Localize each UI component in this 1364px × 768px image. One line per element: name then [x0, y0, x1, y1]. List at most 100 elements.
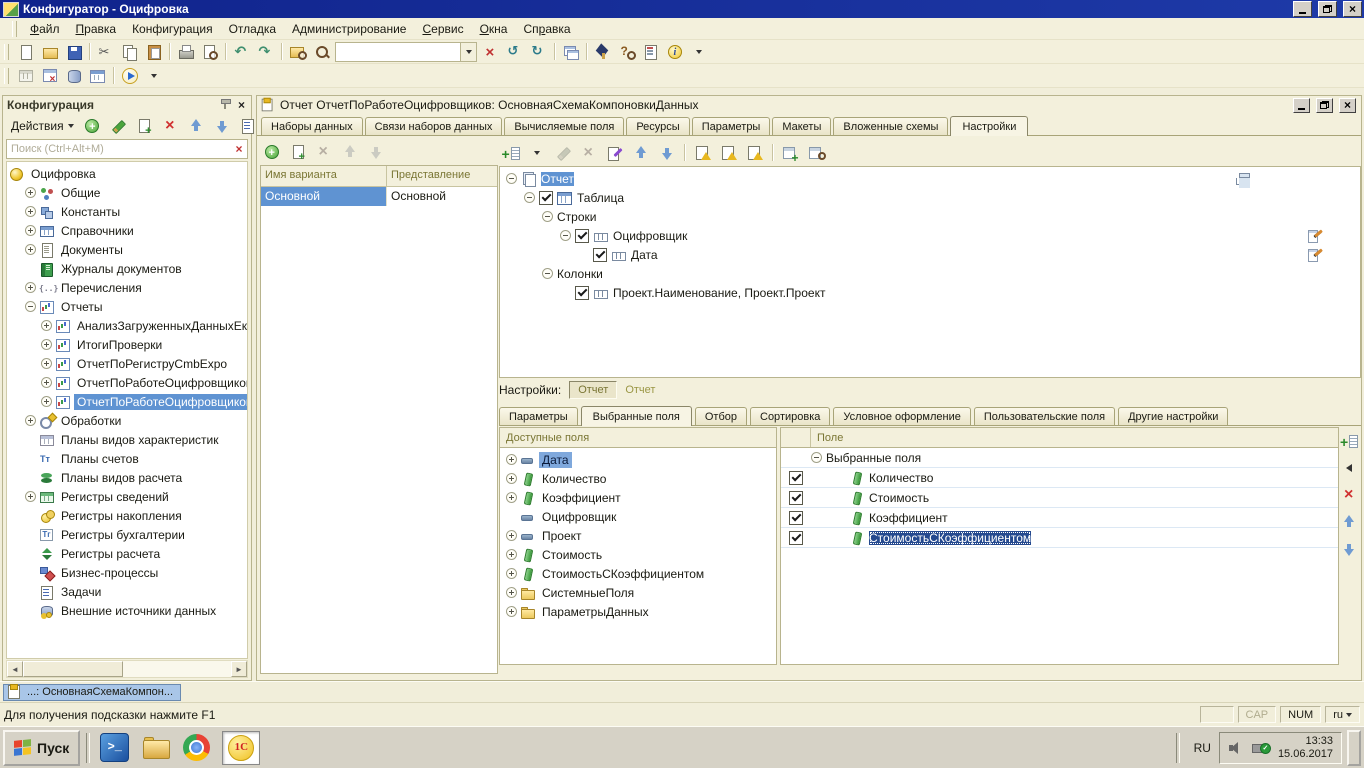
gear-find-button[interactable]	[805, 142, 828, 164]
variant-cell[interactable]: Основной	[387, 187, 497, 206]
scroll-left-button[interactable]: ◄	[7, 661, 23, 677]
windows-list-button[interactable]	[559, 41, 582, 63]
appearance-icon[interactable]	[1308, 228, 1324, 244]
config-tree-item[interactable]: ОтчетПоРаботеОцифровщиков	[7, 373, 247, 392]
structure-tree-item[interactable]: Таблица	[500, 188, 1360, 207]
menu-item-1[interactable]: Правка	[68, 19, 125, 39]
collapse-icon[interactable]	[506, 173, 517, 184]
menu-item-3[interactable]: Отладка	[221, 19, 284, 39]
delete-button[interactable]	[577, 142, 600, 164]
config-tree-item[interactable]: Справочники	[7, 221, 247, 240]
powershell-icon[interactable]: >_	[100, 733, 129, 762]
checkbox[interactable]	[575, 229, 589, 243]
horizontal-scrollbar[interactable]: ◄ ►	[6, 660, 248, 678]
load-settings-button[interactable]	[717, 142, 740, 164]
menu-item-6[interactable]: Окна	[472, 19, 516, 39]
open-config-button[interactable]	[14, 65, 37, 87]
update-db-button[interactable]	[62, 65, 85, 87]
edit-button[interactable]	[551, 142, 574, 164]
1c-taskbar-button[interactable]: 1С	[222, 731, 260, 765]
tab-settings-5[interactable]: Пользовательские поля	[974, 407, 1115, 425]
edit-button[interactable]	[107, 115, 130, 137]
add-button[interactable]	[81, 115, 104, 137]
find-in-files-button[interactable]	[286, 41, 309, 63]
collapse-icon[interactable]	[542, 211, 553, 222]
expand-icon[interactable]	[41, 396, 52, 407]
configure-db-button[interactable]	[38, 65, 61, 87]
structure-tree-item[interactable]: Отчет	[500, 169, 1360, 188]
cut-button[interactable]	[94, 41, 117, 63]
collapse-left-button[interactable]	[1338, 457, 1361, 479]
config-tree-item[interactable]: Бизнес-процессы	[7, 563, 247, 582]
menu-item-5[interactable]: Сервис	[414, 19, 471, 39]
scrollbar-track[interactable]	[123, 661, 231, 677]
minimize-button[interactable]	[1293, 1, 1312, 17]
syntax-check-button[interactable]	[591, 41, 614, 63]
config-tree-item[interactable]: Общие	[7, 183, 247, 202]
column-header-variant-name[interactable]: Имя варианта	[261, 166, 387, 186]
structure-list-icon[interactable]	[1236, 172, 1252, 188]
selected-field-row[interactable]: Коэффициент	[781, 508, 1338, 528]
config-tree-item[interactable]: Журналы документов	[7, 259, 247, 278]
move-down-button[interactable]	[655, 142, 678, 164]
expand-icon[interactable]	[25, 491, 36, 502]
chrome-icon[interactable]	[183, 734, 210, 761]
checkbox[interactable]	[789, 531, 803, 545]
collapse-icon[interactable]	[524, 192, 535, 203]
available-field-item[interactable]: ПараметрыДанных	[500, 602, 776, 621]
move-down-button[interactable]	[1338, 538, 1361, 560]
expand-icon[interactable]	[506, 587, 517, 598]
available-field-item[interactable]: Проект	[500, 526, 776, 545]
open-button[interactable]	[38, 41, 61, 63]
config-tree-item[interactable]: Планы счетов	[7, 449, 247, 468]
checkbox[interactable]	[593, 248, 607, 262]
close-button[interactable]	[1343, 1, 1362, 17]
copy-add-button[interactable]	[133, 115, 156, 137]
checkbox[interactable]	[575, 286, 589, 300]
file-explorer-icon[interactable]	[141, 734, 171, 762]
start-debug-button[interactable]	[118, 65, 141, 87]
config-tree-item[interactable]: ИтогиПроверки	[7, 335, 247, 354]
paste-button[interactable]	[142, 41, 165, 63]
config-tree-item[interactable]: Константы	[7, 202, 247, 221]
expand-icon[interactable]	[25, 187, 36, 198]
tab-schema-2[interactable]: Вычисляемые поля	[504, 117, 624, 135]
tab-settings-4[interactable]: Условное оформление	[833, 407, 970, 425]
config-panel-close-button[interactable]: ×	[236, 99, 247, 111]
pin-icon[interactable]	[220, 99, 230, 111]
volume-icon[interactable]	[1228, 741, 1243, 755]
dropdown-caret-button[interactable]	[142, 65, 165, 87]
clear-find-button[interactable]	[479, 41, 502, 63]
save-settings-button[interactable]	[743, 142, 766, 164]
tray-language-indicator[interactable]: RU	[1186, 741, 1219, 755]
undo-button[interactable]	[230, 41, 253, 63]
available-field-item[interactable]: СтоимостьСКоэффициентом	[500, 564, 776, 583]
expand-icon[interactable]	[25, 206, 36, 217]
menu-item-0[interactable]: Файл	[22, 19, 68, 39]
copy-button[interactable]	[118, 41, 141, 63]
toolbar-grip[interactable]	[12, 21, 17, 37]
checkbox[interactable]	[789, 471, 803, 485]
copy-add-button[interactable]	[286, 141, 309, 163]
add-button[interactable]	[260, 141, 283, 163]
read-settings-button[interactable]	[691, 142, 714, 164]
checkbox[interactable]	[539, 191, 553, 205]
tab-schema-4[interactable]: Параметры	[692, 117, 771, 135]
tab-schema-0[interactable]: Наборы данных	[261, 117, 363, 135]
expand-icon[interactable]	[25, 244, 36, 255]
expand-icon[interactable]	[25, 225, 36, 236]
structure-tree-item[interactable]: Оцифровщик	[500, 226, 1360, 245]
delete-button[interactable]	[159, 115, 182, 137]
tab-schema-5[interactable]: Макеты	[772, 117, 831, 135]
tab-settings-0[interactable]: Параметры	[499, 407, 578, 425]
config-tree-item[interactable]: Задачи	[7, 582, 247, 601]
show-desktop-button[interactable]	[1347, 730, 1361, 766]
checkbox[interactable]	[789, 491, 803, 505]
move-up-button[interactable]	[338, 141, 361, 163]
wizard-button[interactable]	[603, 142, 626, 164]
appearance-icon[interactable]	[1308, 247, 1324, 263]
open-object-button[interactable]	[86, 65, 109, 87]
expand-icon[interactable]	[25, 282, 36, 293]
move-down-button[interactable]	[364, 141, 387, 163]
structure-tree-item[interactable]: Колонки	[500, 264, 1360, 283]
